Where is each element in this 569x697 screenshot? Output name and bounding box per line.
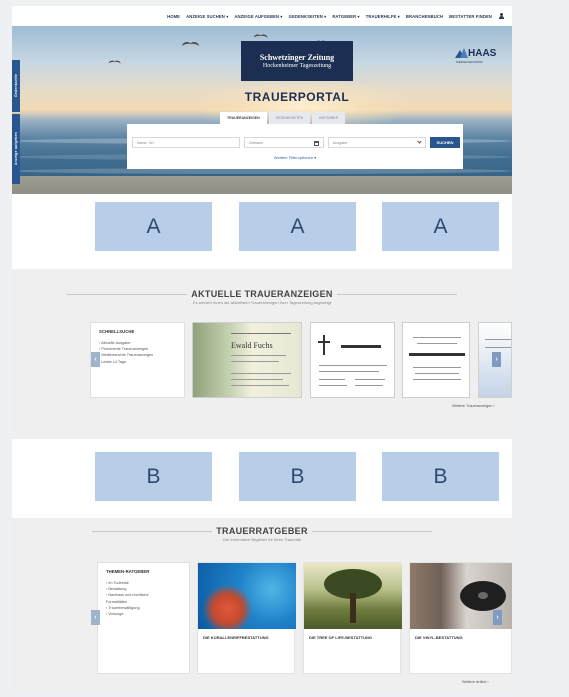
text-line xyxy=(355,385,383,386)
more-notices-link[interactable]: Weitere Traueranzeigen › xyxy=(452,404,495,408)
text-line xyxy=(319,379,345,380)
more-filter-options-link[interactable]: Weitere Filteroptionen ▾ xyxy=(127,155,463,160)
side-tab-gedenkseite[interactable]: Gedenkseite xyxy=(12,60,20,112)
search-tabs: Traueranzeigen Gedenkseiten Ratgeber xyxy=(220,112,346,124)
carousel-prev-button[interactable]: ‹ xyxy=(91,352,100,367)
notice-card[interactable]: Ewald Fuchs xyxy=(192,322,302,398)
text-line xyxy=(413,337,461,338)
hero-banner: Gedenkseite Anzeige aufgeben Schwetzinge… xyxy=(12,26,512,194)
text-line xyxy=(485,339,511,340)
nav-anzeige-suchen[interactable]: Anzeige suchen ▾ xyxy=(186,14,228,19)
title-rule xyxy=(311,531,432,533)
nav-branchenbuch[interactable]: Branchenbuch xyxy=(406,14,443,19)
bird-icon xyxy=(254,33,268,39)
text-line xyxy=(417,343,457,344)
text-line xyxy=(319,371,379,372)
title-rule xyxy=(67,294,188,296)
ad-banner-b2[interactable]: B xyxy=(239,452,356,501)
coral-reef-image xyxy=(198,563,296,629)
nav-trauerhilfe[interactable]: Trauerhilfe ▾ xyxy=(366,14,400,19)
nav-bestatter-finden[interactable]: Bestatter finden xyxy=(449,14,492,19)
carousel-next-button[interactable]: › xyxy=(492,352,501,367)
search-button[interactable]: SUCHEN xyxy=(430,137,460,148)
ad-banner-a2[interactable]: A xyxy=(239,202,356,251)
tab-ratgeber[interactable]: Ratgeber xyxy=(312,112,346,124)
guide-next-button[interactable]: › xyxy=(493,610,502,625)
text-line xyxy=(413,367,461,368)
text-line xyxy=(231,333,291,334)
text-line xyxy=(409,353,465,356)
quicklink-letzte-14-tage[interactable]: › Letzte 14 Tage xyxy=(99,359,176,365)
date-range-input[interactable]: Zeitraum xyxy=(244,137,324,148)
portal-title: TRAUERPORTAL xyxy=(244,90,350,104)
bird-icon xyxy=(182,40,200,48)
text-line xyxy=(319,365,387,366)
ad-banner-a3[interactable]: A xyxy=(382,202,499,251)
text-line xyxy=(485,347,511,348)
user-icon[interactable] xyxy=(498,12,504,20)
title-rule xyxy=(92,531,213,533)
ad-banner-a1[interactable]: A xyxy=(95,202,212,251)
notices-section-title: AKTUELLE TRAUERANZEIGEN xyxy=(12,289,512,299)
text-line xyxy=(231,361,279,362)
text-line xyxy=(341,345,381,348)
tree-trunk xyxy=(350,593,356,623)
vinyl-label xyxy=(478,592,488,599)
newspaper-logo[interactable]: Schwetzinger Zeitung Hockenheimer Tagesz… xyxy=(241,41,353,81)
ad-banner-b1[interactable]: B xyxy=(95,452,212,501)
edition-select[interactable]: Ausgabe xyxy=(328,137,426,148)
tree-image xyxy=(304,563,402,629)
notice-card[interactable] xyxy=(402,322,470,398)
cross-icon xyxy=(323,335,325,355)
haas-logo-icon xyxy=(455,48,468,58)
cross-icon xyxy=(318,341,330,343)
text-line xyxy=(355,379,385,380)
nav-home[interactable]: Home xyxy=(167,14,180,19)
ad-banner-b3[interactable]: B xyxy=(382,452,499,501)
search-panel: Name, Ort Zeitraum Ausgabe SUCHEN Weiter… xyxy=(127,124,463,169)
guide-topics-box: THEMEN-RATGEBER › Im Todesfall › Bestatt… xyxy=(97,562,190,674)
side-tab-anzeige-aufgeben[interactable]: Anzeige aufgeben xyxy=(12,114,20,184)
quicksearch-box: SCHNELLSUCHE › Aktuelle Ausgabe › Promin… xyxy=(90,322,185,398)
nav-anzeige-aufgeben[interactable]: Anzeige aufgeben ▾ xyxy=(234,14,282,19)
chevron-down-icon xyxy=(417,139,422,144)
text-line xyxy=(319,385,347,386)
more-articles-link[interactable]: Weitere Artikel › xyxy=(462,680,489,684)
guide-section-subtitle: Der informative Begleiter für Ihren Trau… xyxy=(223,537,301,542)
nav-gedenkseiten[interactable]: Gedenkseiten ▾ xyxy=(289,14,327,19)
title-rule xyxy=(336,294,457,296)
top-navigation: Home Anzeige suchen ▾ Anzeige aufgeben ▾… xyxy=(12,6,512,26)
text-line xyxy=(413,379,461,380)
tab-gedenkseiten[interactable]: Gedenkseiten xyxy=(268,112,311,124)
guide-prev-button[interactable]: ‹ xyxy=(91,610,100,625)
nav-ratgeber[interactable]: Ratgeber ▾ xyxy=(332,14,359,19)
notice-card[interactable] xyxy=(310,322,395,398)
guide-section-title: TRAUERRATGEBER xyxy=(12,526,512,536)
guide-card-tree[interactable]: DIE TREE OF LIFE-BESTATTUNG xyxy=(303,562,402,674)
tab-traueranzeigen[interactable]: Traueranzeigen xyxy=(220,112,267,124)
guide-card-koralle[interactable]: DIE KORALLENRIFFBESTATTUNG xyxy=(197,562,296,674)
notices-section-subtitle: Es werden Ihnen die aktuellsten Traueran… xyxy=(192,300,332,305)
text-line xyxy=(231,379,283,380)
topic-vorsorge[interactable]: › Vorsorge xyxy=(106,611,181,617)
trauerportal-page: Home Anzeige suchen ▾ Anzeige aufgeben ▾… xyxy=(12,6,512,692)
text-line xyxy=(231,385,289,386)
bird-icon xyxy=(109,59,122,65)
beach-sand xyxy=(12,176,512,194)
text-line xyxy=(231,373,291,374)
partner-logo[interactable]: HAAS MEDIENGRUPPE xyxy=(455,48,507,66)
text-line xyxy=(415,373,459,374)
calendar-icon xyxy=(314,140,319,146)
name-search-input[interactable]: Name, Ort xyxy=(132,137,240,148)
text-line xyxy=(231,355,286,356)
